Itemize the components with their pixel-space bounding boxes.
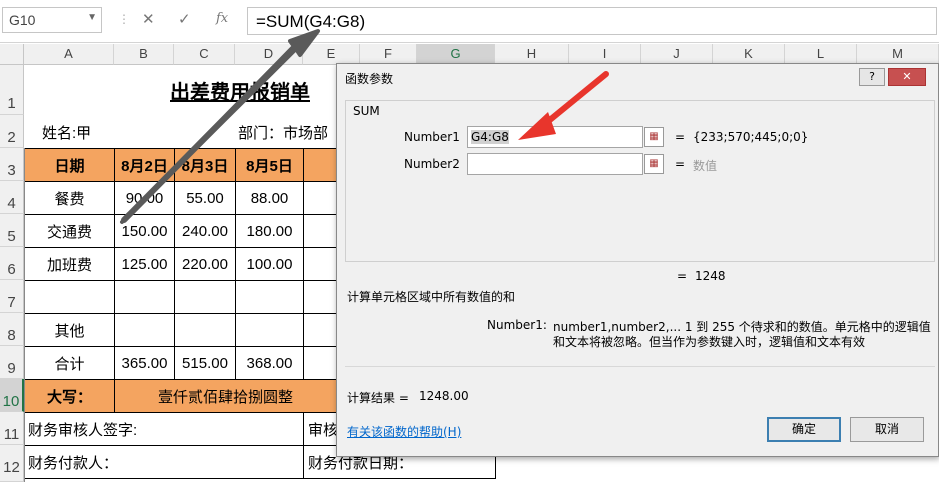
gray-arrow-shaft (121, 49, 293, 223)
annotation-overlay (120, 29, 609, 224)
